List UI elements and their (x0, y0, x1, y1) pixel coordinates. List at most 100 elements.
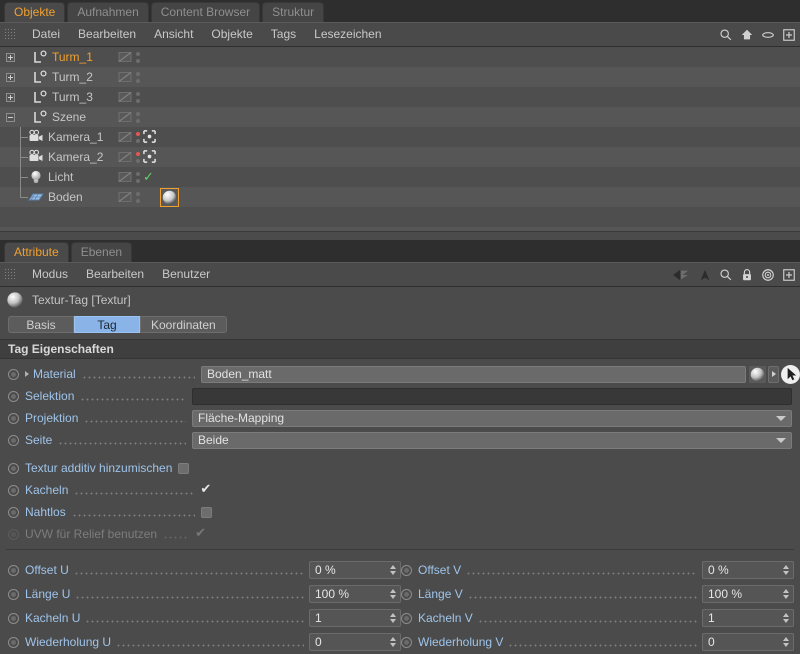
object-row-main[interactable]: Kamera_2 (0, 147, 103, 167)
seite-dropdown[interactable]: Beide (192, 432, 792, 449)
animate-dot-icon[interactable] (8, 485, 19, 496)
object-name[interactable]: Turm_3 (52, 90, 93, 104)
numeric-input-wiederholung-v[interactable]: 0 (702, 633, 794, 651)
object-row[interactable]: Boden (0, 187, 800, 207)
selektion-field[interactable] (192, 388, 792, 405)
visibility-dot-render[interactable] (136, 199, 140, 203)
object-row-main[interactable]: Boden (0, 187, 83, 207)
light-tag-check-icon[interactable]: ✓ (143, 170, 154, 184)
object-tree[interactable]: Turm_1 Turm_2 Turm_3 Szene Kamera_1 Kamera_2 L… (0, 47, 800, 231)
display-toggle-icon[interactable] (118, 110, 132, 124)
object-row[interactable]: Kamera_2 (0, 147, 800, 167)
animate-dot-icon[interactable] (401, 565, 412, 576)
expand-arrow-icon[interactable] (25, 371, 29, 377)
display-toggle-icon[interactable] (118, 170, 132, 184)
checkbox-nahtlos[interactable] (201, 507, 212, 518)
object-row[interactable]: Turm_1 (0, 47, 800, 67)
visibility-dots[interactable] (135, 170, 140, 184)
visibility-dots[interactable] (135, 70, 140, 84)
object-name[interactable]: Kamera_2 (48, 150, 103, 164)
visibility-dot-render[interactable] (136, 99, 140, 103)
menu-modus[interactable]: Modus (23, 263, 77, 286)
panel-grip-icon[interactable] (4, 268, 17, 281)
tab-content-browser[interactable]: Content Browser (151, 2, 260, 22)
tab-struktur[interactable]: Struktur (262, 2, 324, 22)
display-toggle-icon[interactable] (118, 190, 132, 204)
tab-aufnahmen[interactable]: Aufnahmen (67, 2, 148, 22)
visibility-dot-render[interactable] (136, 59, 140, 63)
visibility-dot-editor[interactable] (136, 112, 140, 116)
object-row[interactable]: Licht ✓ (0, 167, 800, 187)
numeric-input-l-nge-u[interactable]: 100 % (309, 585, 401, 603)
object-row-main[interactable]: Turm_1 (0, 47, 93, 67)
checkbox-kacheln[interactable] (200, 485, 211, 496)
visibility-dots[interactable] (135, 90, 140, 104)
spinner-arrows-icon[interactable] (783, 636, 790, 648)
visibility-dots[interactable] (135, 50, 140, 64)
visibility-dot-editor[interactable] (136, 92, 140, 96)
numeric-input-wiederholung-u[interactable]: 0 (309, 633, 401, 651)
search-icon[interactable] (719, 268, 733, 282)
visibility-dots[interactable] (135, 130, 140, 144)
object-row[interactable]: Szene (0, 107, 800, 127)
menu-objekte[interactable]: Objekte (202, 23, 261, 46)
display-toggle-icon[interactable] (118, 90, 132, 104)
visibility-dot-render[interactable] (136, 79, 140, 83)
menu-ansicht[interactable]: Ansicht (145, 23, 202, 46)
animate-dot-icon[interactable] (401, 589, 412, 600)
material-field[interactable]: Boden_matt (201, 366, 746, 383)
tab-objekte[interactable]: Objekte (4, 2, 65, 22)
visibility-dots[interactable] (135, 150, 140, 164)
animate-dot-icon[interactable] (8, 589, 19, 600)
numeric-input-l-nge-v[interactable]: 100 % (702, 585, 794, 603)
object-row-main[interactable]: Kamera_1 (0, 127, 103, 147)
menu-tags[interactable]: Tags (262, 23, 305, 46)
visibility-dot-editor[interactable] (136, 152, 140, 156)
spinner-arrows-icon[interactable] (390, 564, 397, 576)
animate-dot-icon[interactable] (8, 413, 19, 424)
visibility-dot-render[interactable] (136, 139, 140, 143)
spinner-arrows-icon[interactable] (390, 612, 397, 624)
visibility-dot-editor[interactable] (136, 172, 140, 176)
menu-benutzer[interactable]: Benutzer (153, 263, 219, 286)
animate-dot-icon[interactable] (8, 435, 19, 446)
menu-bearbeiten[interactable]: Bearbeiten (69, 23, 145, 46)
spinner-arrows-icon[interactable] (390, 588, 397, 600)
animate-dot-icon[interactable] (8, 391, 19, 402)
display-toggle-icon[interactable] (118, 50, 132, 64)
object-name[interactable]: Licht (48, 170, 73, 184)
object-row[interactable]: Turm_3 (0, 87, 800, 107)
up-arrow-icon[interactable] (698, 268, 712, 282)
lock-icon[interactable] (740, 268, 754, 282)
expander-toggle[interactable] (6, 53, 15, 62)
back-arrow-icon[interactable] (671, 268, 691, 282)
visibility-dots[interactable] (135, 190, 140, 204)
visibility-dot-render[interactable] (136, 119, 140, 123)
panel-grip-icon[interactable] (4, 28, 17, 41)
object-row-main[interactable]: Licht (0, 167, 73, 187)
spinner-arrows-icon[interactable] (390, 636, 397, 648)
spinner-arrows-icon[interactable] (783, 564, 790, 576)
display-toggle-icon[interactable] (118, 150, 132, 164)
checkbox-textur-additiv[interactable] (178, 463, 189, 474)
object-name[interactable]: Kamera_1 (48, 130, 103, 144)
menu-datei[interactable]: Datei (23, 23, 69, 46)
expander-toggle[interactable] (6, 93, 15, 102)
object-row[interactable]: Kamera_1 (0, 127, 800, 147)
display-toggle-icon[interactable] (118, 130, 132, 144)
animate-dot-icon[interactable] (8, 463, 19, 474)
visibility-dots[interactable] (135, 110, 140, 124)
plus-box-icon[interactable] (782, 28, 796, 42)
target-icon[interactable] (761, 268, 775, 282)
spinner-arrows-icon[interactable] (783, 612, 790, 624)
animate-dot-icon[interactable] (401, 613, 412, 624)
expander-toggle[interactable] (6, 73, 15, 82)
visibility-dot-render[interactable] (136, 179, 140, 183)
object-name[interactable]: Turm_2 (52, 70, 93, 84)
target-tag-icon[interactable] (143, 150, 157, 164)
display-toggle-icon[interactable] (118, 70, 132, 84)
target-tag-icon[interactable] (143, 130, 157, 144)
visibility-dot-editor[interactable] (136, 192, 140, 196)
material-menu-button[interactable] (768, 366, 779, 383)
ellipse-icon[interactable] (761, 28, 775, 42)
